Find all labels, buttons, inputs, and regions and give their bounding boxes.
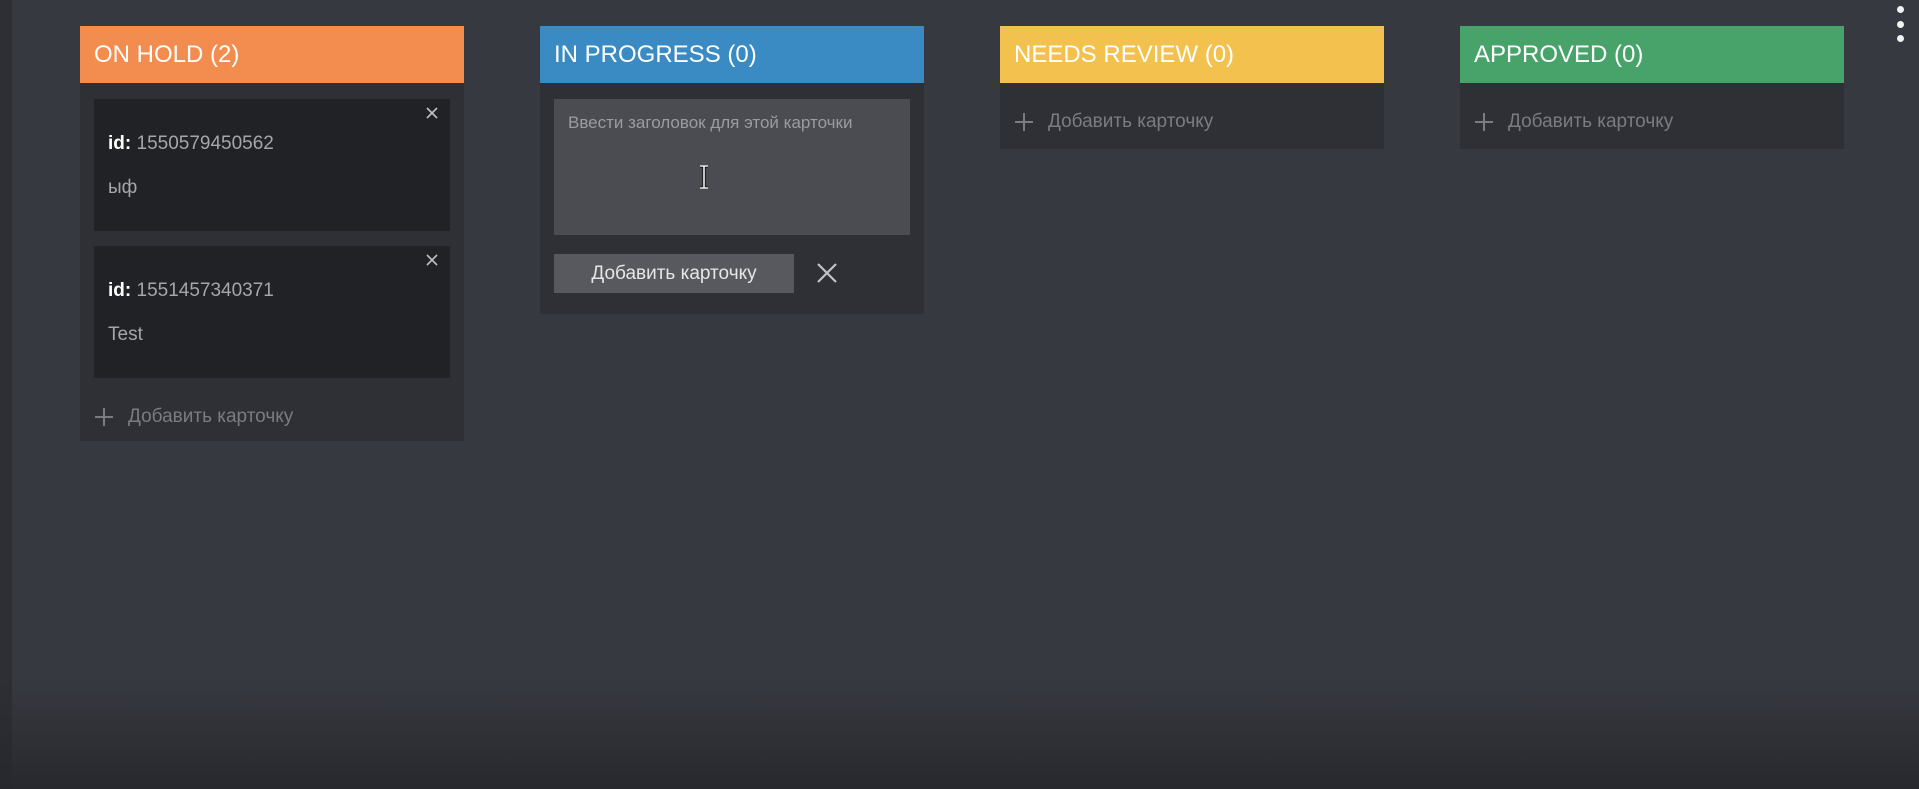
plus-icon — [95, 408, 113, 426]
column-in-progress: IN PROGRESS (0) Добавить карточку — [540, 26, 924, 314]
add-card-link[interactable]: Добавить карточку — [1474, 111, 1673, 133]
add-card-label: Добавить карточку — [1508, 111, 1674, 132]
column-header: APPROVED (0) — [1460, 26, 1844, 83]
kebab-menu-icon[interactable] — [1893, 6, 1907, 42]
add-card-button[interactable]: Добавить карточку — [554, 254, 794, 293]
card[interactable]: id: 1550579450562 ыф — [94, 99, 450, 231]
card-id-value: 1550579450562 — [136, 133, 274, 154]
column-header: NEEDS REVIEW (0) — [1000, 26, 1384, 83]
close-icon[interactable] — [816, 262, 838, 284]
add-card-label: Добавить карточку — [1048, 111, 1214, 132]
bottom-shade — [0, 679, 1919, 789]
card[interactable]: id: 1551457340371 Test — [94, 246, 450, 378]
card-id-label: id: — [108, 133, 132, 154]
column-needs-review: NEEDS REVIEW (0) Добавить карточку — [1000, 26, 1384, 149]
card-title: ыф — [108, 177, 138, 198]
add-card-link[interactable]: Добавить карточку — [1014, 111, 1213, 133]
plus-icon — [1015, 113, 1033, 131]
card-title-input[interactable] — [554, 99, 910, 235]
window-edge — [0, 0, 12, 789]
column-header: ON HOLD (2) — [80, 26, 464, 83]
plus-icon — [1475, 113, 1493, 131]
card-title: Test — [108, 324, 143, 345]
column-on-hold: ON HOLD (2) id: 1550579450562 ыф id: 155… — [80, 26, 464, 441]
close-icon[interactable] — [424, 252, 440, 268]
column-approved: APPROVED (0) Добавить карточку — [1460, 26, 1844, 149]
add-card-link[interactable]: Добавить карточку — [94, 406, 293, 428]
column-header: IN PROGRESS (0) — [540, 26, 924, 83]
add-card-label: Добавить карточку — [128, 406, 294, 427]
card-id: id: 1551457340371 — [108, 280, 274, 302]
card-id: id: 1550579450562 — [108, 133, 274, 155]
card-id-label: id: — [108, 280, 132, 301]
card-id-value: 1551457340371 — [136, 280, 274, 301]
close-icon[interactable] — [424, 105, 440, 121]
